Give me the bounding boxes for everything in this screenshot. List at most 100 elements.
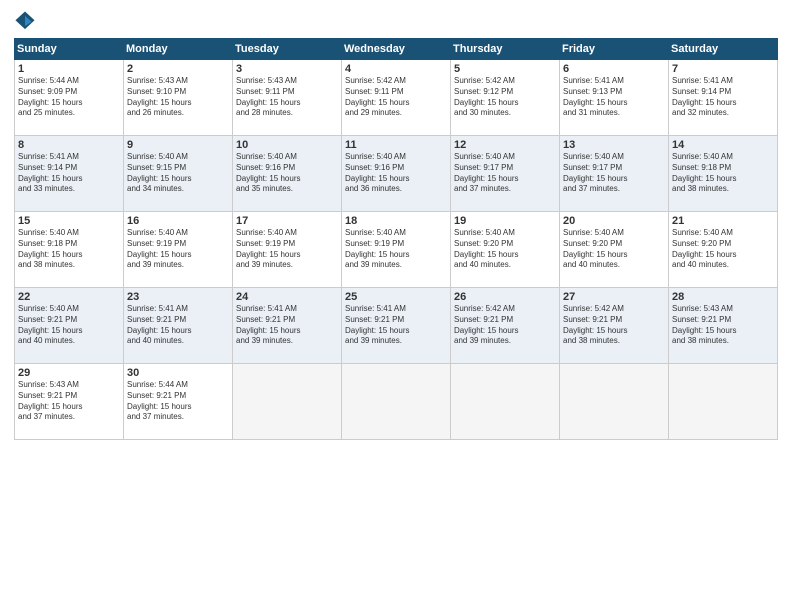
day-cell [451,364,560,440]
day-info: Sunrise: 5:40 AM Sunset: 9:20 PM Dayligh… [563,228,665,271]
day-cell: 18Sunrise: 5:40 AM Sunset: 9:19 PM Dayli… [342,212,451,288]
day-info: Sunrise: 5:43 AM Sunset: 9:21 PM Dayligh… [672,304,774,347]
col-header-sunday: Sunday [15,39,124,60]
day-number: 10 [236,139,338,151]
day-number: 9 [127,139,229,151]
day-number: 22 [18,291,120,303]
day-cell: 25Sunrise: 5:41 AM Sunset: 9:21 PM Dayli… [342,288,451,364]
day-info: Sunrise: 5:40 AM Sunset: 9:20 PM Dayligh… [454,228,556,271]
day-info: Sunrise: 5:44 AM Sunset: 9:21 PM Dayligh… [127,380,229,423]
day-cell: 3Sunrise: 5:43 AM Sunset: 9:11 PM Daylig… [233,60,342,136]
day-number: 20 [563,215,665,227]
day-info: Sunrise: 5:40 AM Sunset: 9:16 PM Dayligh… [236,152,338,195]
day-cell: 16Sunrise: 5:40 AM Sunset: 9:19 PM Dayli… [124,212,233,288]
day-info: Sunrise: 5:41 AM Sunset: 9:14 PM Dayligh… [18,152,120,195]
day-info: Sunrise: 5:40 AM Sunset: 9:20 PM Dayligh… [672,228,774,271]
header [14,10,778,32]
day-number: 30 [127,367,229,379]
day-cell: 21Sunrise: 5:40 AM Sunset: 9:20 PM Dayli… [669,212,778,288]
col-header-friday: Friday [560,39,669,60]
day-cell: 27Sunrise: 5:42 AM Sunset: 9:21 PM Dayli… [560,288,669,364]
day-number: 23 [127,291,229,303]
day-cell: 13Sunrise: 5:40 AM Sunset: 9:17 PM Dayli… [560,136,669,212]
day-cell: 24Sunrise: 5:41 AM Sunset: 9:21 PM Dayli… [233,288,342,364]
day-cell: 2Sunrise: 5:43 AM Sunset: 9:10 PM Daylig… [124,60,233,136]
day-cell: 23Sunrise: 5:41 AM Sunset: 9:21 PM Dayli… [124,288,233,364]
day-number: 6 [563,63,665,75]
week-row-4: 22Sunrise: 5:40 AM Sunset: 9:21 PM Dayli… [15,288,778,364]
day-cell [669,364,778,440]
week-row-3: 15Sunrise: 5:40 AM Sunset: 9:18 PM Dayli… [15,212,778,288]
col-header-thursday: Thursday [451,39,560,60]
day-info: Sunrise: 5:40 AM Sunset: 9:19 PM Dayligh… [345,228,447,271]
logo [14,10,40,32]
header-row: SundayMondayTuesdayWednesdayThursdayFrid… [15,39,778,60]
day-info: Sunrise: 5:41 AM Sunset: 9:21 PM Dayligh… [345,304,447,347]
day-number: 7 [672,63,774,75]
day-cell: 30Sunrise: 5:44 AM Sunset: 9:21 PM Dayli… [124,364,233,440]
day-info: Sunrise: 5:40 AM Sunset: 9:17 PM Dayligh… [454,152,556,195]
day-cell: 29Sunrise: 5:43 AM Sunset: 9:21 PM Dayli… [15,364,124,440]
day-info: Sunrise: 5:41 AM Sunset: 9:21 PM Dayligh… [127,304,229,347]
day-number: 26 [454,291,556,303]
day-number: 15 [18,215,120,227]
day-info: Sunrise: 5:42 AM Sunset: 9:21 PM Dayligh… [563,304,665,347]
day-number: 18 [345,215,447,227]
day-info: Sunrise: 5:40 AM Sunset: 9:19 PM Dayligh… [236,228,338,271]
day-info: Sunrise: 5:40 AM Sunset: 9:16 PM Dayligh… [345,152,447,195]
day-info: Sunrise: 5:41 AM Sunset: 9:14 PM Dayligh… [672,76,774,119]
col-header-saturday: Saturday [669,39,778,60]
day-cell: 14Sunrise: 5:40 AM Sunset: 9:18 PM Dayli… [669,136,778,212]
day-number: 5 [454,63,556,75]
day-cell: 9Sunrise: 5:40 AM Sunset: 9:15 PM Daylig… [124,136,233,212]
day-number: 4 [345,63,447,75]
day-info: Sunrise: 5:43 AM Sunset: 9:11 PM Dayligh… [236,76,338,119]
day-info: Sunrise: 5:42 AM Sunset: 9:21 PM Dayligh… [454,304,556,347]
day-cell: 15Sunrise: 5:40 AM Sunset: 9:18 PM Dayli… [15,212,124,288]
day-cell: 22Sunrise: 5:40 AM Sunset: 9:21 PM Dayli… [15,288,124,364]
day-cell: 11Sunrise: 5:40 AM Sunset: 9:16 PM Dayli… [342,136,451,212]
day-number: 25 [345,291,447,303]
day-number: 17 [236,215,338,227]
day-info: Sunrise: 5:40 AM Sunset: 9:18 PM Dayligh… [18,228,120,271]
day-info: Sunrise: 5:42 AM Sunset: 9:12 PM Dayligh… [454,76,556,119]
day-number: 29 [18,367,120,379]
day-cell: 7Sunrise: 5:41 AM Sunset: 9:14 PM Daylig… [669,60,778,136]
day-number: 24 [236,291,338,303]
day-cell [342,364,451,440]
day-cell: 19Sunrise: 5:40 AM Sunset: 9:20 PM Dayli… [451,212,560,288]
day-number: 14 [672,139,774,151]
day-info: Sunrise: 5:40 AM Sunset: 9:21 PM Dayligh… [18,304,120,347]
day-number: 21 [672,215,774,227]
week-row-1: 1Sunrise: 5:44 AM Sunset: 9:09 PM Daylig… [15,60,778,136]
day-info: Sunrise: 5:40 AM Sunset: 9:19 PM Dayligh… [127,228,229,271]
day-info: Sunrise: 5:44 AM Sunset: 9:09 PM Dayligh… [18,76,120,119]
day-cell: 8Sunrise: 5:41 AM Sunset: 9:14 PM Daylig… [15,136,124,212]
col-header-monday: Monday [124,39,233,60]
day-number: 11 [345,139,447,151]
day-number: 1 [18,63,120,75]
day-cell: 6Sunrise: 5:41 AM Sunset: 9:13 PM Daylig… [560,60,669,136]
day-cell [560,364,669,440]
day-info: Sunrise: 5:42 AM Sunset: 9:11 PM Dayligh… [345,76,447,119]
day-info: Sunrise: 5:43 AM Sunset: 9:21 PM Dayligh… [18,380,120,423]
day-number: 16 [127,215,229,227]
day-info: Sunrise: 5:41 AM Sunset: 9:13 PM Dayligh… [563,76,665,119]
day-cell: 1Sunrise: 5:44 AM Sunset: 9:09 PM Daylig… [15,60,124,136]
day-cell: 12Sunrise: 5:40 AM Sunset: 9:17 PM Dayli… [451,136,560,212]
col-header-wednesday: Wednesday [342,39,451,60]
day-cell: 28Sunrise: 5:43 AM Sunset: 9:21 PM Dayli… [669,288,778,364]
day-info: Sunrise: 5:43 AM Sunset: 9:10 PM Dayligh… [127,76,229,119]
day-number: 3 [236,63,338,75]
logo-icon [14,10,36,32]
day-number: 27 [563,291,665,303]
day-number: 13 [563,139,665,151]
day-number: 28 [672,291,774,303]
col-header-tuesday: Tuesday [233,39,342,60]
day-number: 19 [454,215,556,227]
day-info: Sunrise: 5:40 AM Sunset: 9:15 PM Dayligh… [127,152,229,195]
page: SundayMondayTuesdayWednesdayThursdayFrid… [0,0,792,612]
calendar-table: SundayMondayTuesdayWednesdayThursdayFrid… [14,38,778,440]
day-cell: 20Sunrise: 5:40 AM Sunset: 9:20 PM Dayli… [560,212,669,288]
week-row-2: 8Sunrise: 5:41 AM Sunset: 9:14 PM Daylig… [15,136,778,212]
